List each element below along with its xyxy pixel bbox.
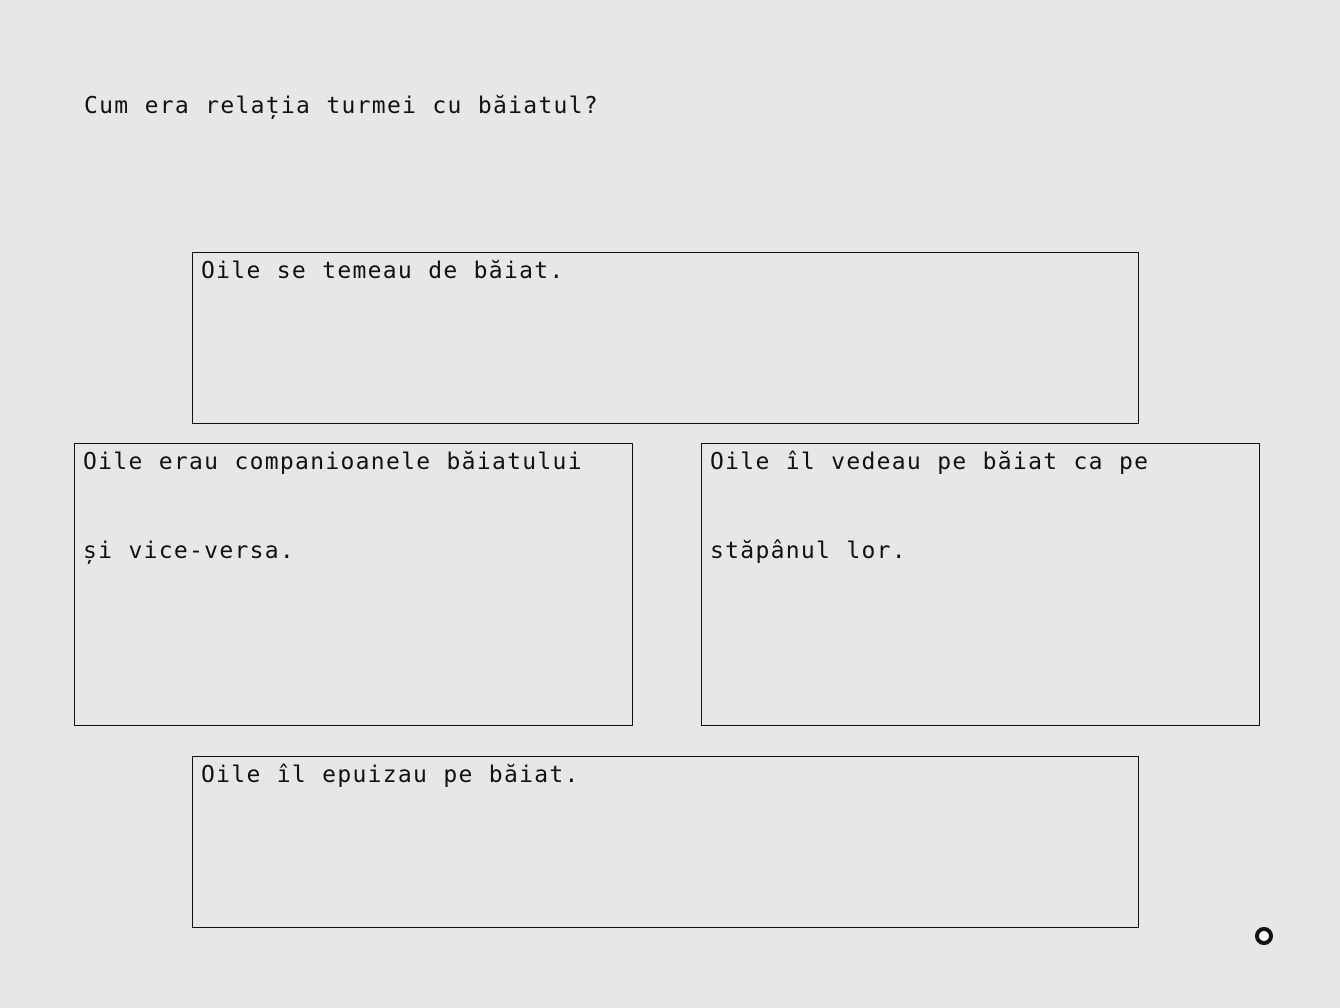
answer-option-3-label: Oile îl vedeau pe băiat ca pe stăpânul l… bbox=[710, 449, 1150, 564]
answer-option-2-label: Oile erau companioanele băiatului și vic… bbox=[83, 449, 583, 564]
answer-option-4[interactable]: Oile îl epuizau pe băiat. bbox=[192, 756, 1139, 928]
answer-option-2[interactable]: Oile erau companioanele băiatului și vic… bbox=[74, 443, 633, 726]
answer-option-4-label: Oile îl epuizau pe băiat. bbox=[201, 762, 580, 788]
answer-option-1-label: Oile se temeau de băiat. bbox=[201, 258, 565, 284]
answer-option-3[interactable]: Oile îl vedeau pe băiat ca pe stăpânul l… bbox=[701, 443, 1260, 726]
circle-cursor-icon bbox=[1255, 927, 1273, 945]
answer-option-1[interactable]: Oile se temeau de băiat. bbox=[192, 252, 1139, 424]
question-text: Cum era relația turmei cu băiatul? bbox=[84, 93, 600, 119]
